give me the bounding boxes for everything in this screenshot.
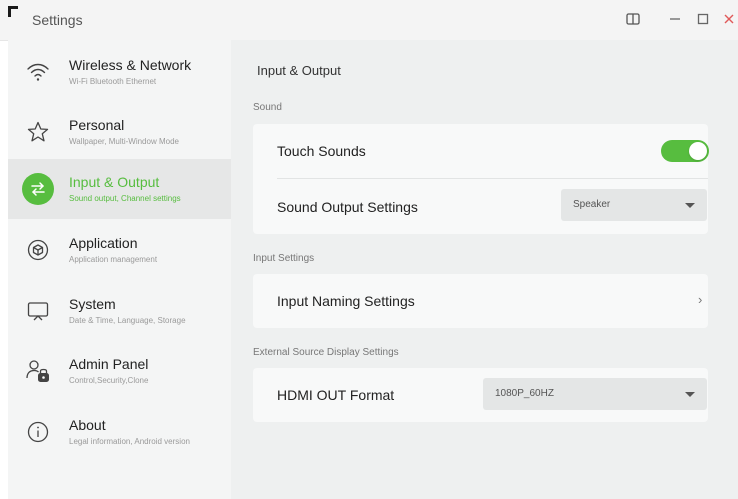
hdmi-out-select[interactable]: 1080P_60HZ <box>483 378 707 410</box>
sound-output-label: Sound Output Settings <box>277 199 418 215</box>
hdmi-out-value: 1080P_60HZ <box>495 388 554 399</box>
main-content: Input & Output Sound Touch Sounds Sound … <box>231 40 738 499</box>
chevron-right-icon: › <box>698 292 703 307</box>
corner-mark <box>8 6 18 17</box>
touch-sounds-row[interactable]: Touch Sounds <box>253 124 709 178</box>
sound-output-row: Sound Output Settings Speaker <box>253 179 708 234</box>
section-label-external-source: External Source Display Settings <box>253 347 399 358</box>
sidebar-item-subtitle: Control,Security,Clone <box>69 376 149 385</box>
minimize-icon[interactable] <box>666 10 684 28</box>
sound-output-select[interactable]: Speaker <box>561 189 707 221</box>
toggle-knob <box>689 142 707 160</box>
sidebar-item-subtitle: Date & Time, Language, Storage <box>69 316 186 325</box>
sidebar-item-admin-panel[interactable]: Admin Panel Control,Security,Clone <box>8 341 231 401</box>
sidebar-item-label: Personal <box>69 117 125 133</box>
sidebar-item-label: Wireless & Network <box>69 57 192 73</box>
input-naming-label: Input Naming Settings <box>277 293 415 309</box>
sidebar-item-label: Application <box>69 235 138 251</box>
sidebar-item-label: About <box>69 417 106 433</box>
sidebar-item-wireless-network[interactable]: Wireless & Network Wi-Fi Bluetooth Ether… <box>8 42 231 102</box>
window-title: Settings <box>32 12 83 28</box>
sidebar-item-about[interactable]: About Legal information, Android version <box>8 402 231 462</box>
sidebar-item-application[interactable]: Application Application management <box>8 220 231 280</box>
swap-arrows-icon <box>22 173 54 205</box>
sidebar-item-input-output[interactable]: Input & Output Sound output, Channel set… <box>8 159 231 219</box>
touch-sounds-toggle[interactable] <box>661 140 709 162</box>
sidebar-item-label: Admin Panel <box>69 356 149 372</box>
sidebar-item-personal[interactable]: Personal Wallpaper, Multi-Window Mode <box>8 102 231 162</box>
info-icon <box>22 416 54 448</box>
caret-down-icon <box>685 203 695 208</box>
sidebar-item-subtitle: Wallpaper, Multi-Window Mode <box>69 137 179 146</box>
close-icon[interactable] <box>720 10 738 28</box>
sidebar-item-label: Input & Output <box>69 174 160 190</box>
sidebar: Wireless & Network Wi-Fi Bluetooth Ether… <box>8 40 231 499</box>
wifi-icon <box>22 56 54 88</box>
hdmi-out-row: HDMI OUT Format 1080P_60HZ <box>253 368 708 422</box>
caret-down-icon <box>685 392 695 397</box>
touch-sounds-label: Touch Sounds <box>277 143 366 159</box>
admin-user-lock-icon <box>22 355 54 387</box>
star-icon <box>22 116 54 148</box>
monitor-icon <box>22 295 54 327</box>
section-label-sound: Sound <box>253 102 282 113</box>
sidebar-item-subtitle: Application management <box>69 255 158 264</box>
title-bar: Settings <box>0 0 738 41</box>
page-title: Input & Output <box>257 63 341 78</box>
hdmi-out-label: HDMI OUT Format <box>277 387 395 403</box>
cube-icon <box>22 234 54 266</box>
sidebar-item-subtitle: Wi-Fi Bluetooth Ethernet <box>69 77 157 86</box>
sidebar-item-system[interactable]: System Date & Time, Language, Storage <box>8 281 231 341</box>
maximize-icon[interactable] <box>694 10 712 28</box>
input-naming-row[interactable]: Input Naming Settings › <box>253 274 708 328</box>
sidebar-item-subtitle: Sound output, Channel settings <box>69 194 181 203</box>
sidebar-item-label: System <box>69 296 116 312</box>
sidebar-item-subtitle: Legal information, Android version <box>69 437 190 446</box>
sound-output-value: Speaker <box>573 199 611 210</box>
section-label-input-settings: Input Settings <box>253 253 315 264</box>
split-view-icon[interactable] <box>624 10 642 28</box>
sound-card: Touch Sounds Sound Output Settings Speak… <box>253 124 709 234</box>
